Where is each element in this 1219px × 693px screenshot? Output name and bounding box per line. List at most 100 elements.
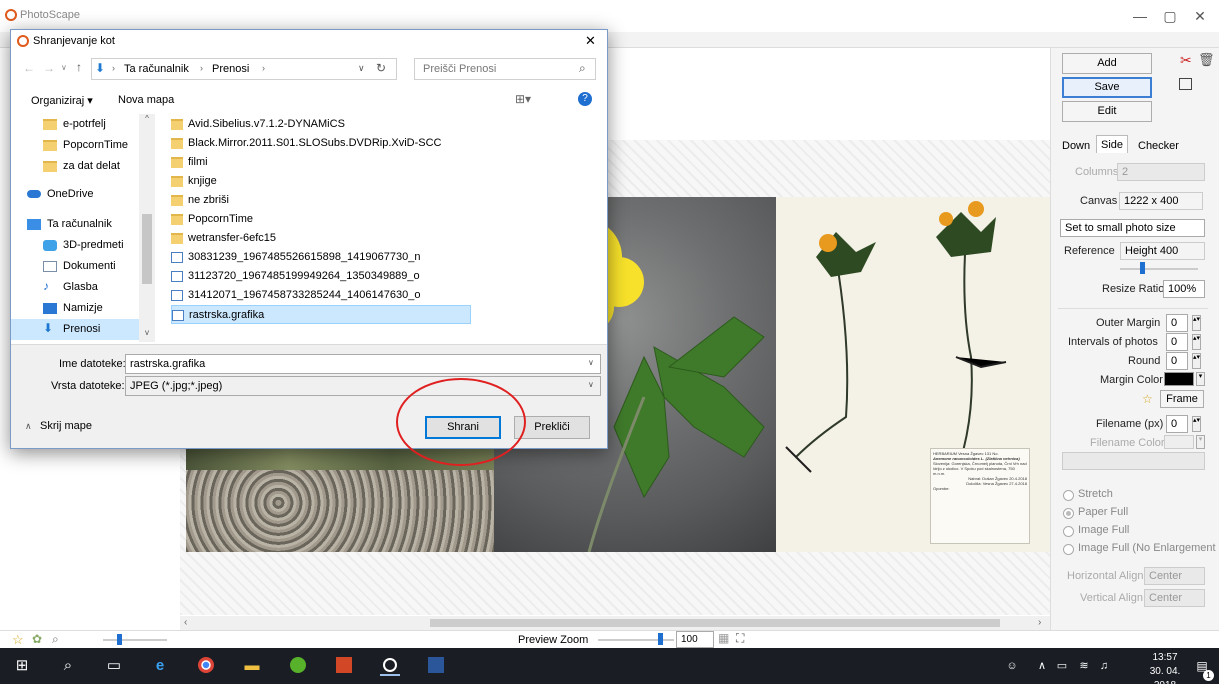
photoscape-taskbar-icon[interactable] <box>380 656 400 676</box>
intervals-spinner[interactable]: ▴▾ <box>1192 334 1201 350</box>
intervals-input[interactable]: 0 <box>1166 333 1188 351</box>
nav-item-3d-predmeti[interactable]: 3D-predmeti <box>11 235 139 256</box>
tab-side[interactable]: Side <box>1096 135 1129 153</box>
horizontal-align-select[interactable]: Center <box>1144 567 1205 585</box>
paper-full-label[interactable]: Paper Full <box>1078 506 1128 518</box>
help-icon[interactable]: ? <box>578 92 592 106</box>
filename-color-swatch[interactable] <box>1164 435 1194 449</box>
filetype-select[interactable]: JPEG (*.jpg;*.jpeg) <box>125 376 601 396</box>
view-options-icon[interactable]: ⊞▾ <box>515 92 531 106</box>
list-item[interactable]: filmi <box>171 153 471 172</box>
powerpoint-icon[interactable] <box>334 656 354 676</box>
word-icon[interactable] <box>426 656 446 676</box>
list-item[interactable]: 31412071_1967458733285244_1406147630_o <box>171 286 471 305</box>
tab-down[interactable]: Down <box>1058 137 1094 155</box>
columns-select[interactable]: 2 <box>1117 163 1205 181</box>
tray-chevron-icon[interactable]: ∧ <box>1032 656 1052 676</box>
list-item-selected[interactable]: rastrska.grafika <box>171 305 471 324</box>
edge-browser-icon[interactable]: e <box>150 656 170 676</box>
filetype-dropdown-icon[interactable]: ∨ <box>588 380 594 389</box>
radio-stretch[interactable] <box>1063 490 1074 501</box>
filename-px-input[interactable]: 0 <box>1166 415 1188 433</box>
minimize-button[interactable]: — <box>1126 6 1154 26</box>
radio-image-full-no-enlargement[interactable] <box>1063 544 1074 555</box>
round-spinner[interactable]: ▴▾ <box>1192 353 1201 369</box>
back-icon[interactable]: ← <box>23 61 35 75</box>
stretch-label[interactable]: Stretch <box>1078 488 1113 500</box>
nav-item-prenosi[interactable]: ⬇ Prenosi <box>11 319 139 340</box>
filename-dropdown-icon[interactable]: ∨ <box>588 358 594 367</box>
refresh-icon[interactable]: ↻ <box>376 61 386 75</box>
thumbnail-size-icon[interactable]: ✿ <box>32 632 42 646</box>
margin-color-dropdown[interactable]: ▾ <box>1196 372 1205 386</box>
scroll-down-icon[interactable]: v <box>141 328 153 340</box>
nav-item-e-potrfelj[interactable]: e-potrfelj <box>11 114 139 135</box>
address-dropdown-icon[interactable]: ∨ <box>358 63 365 74</box>
nav-item-popcorntime[interactable]: PopcornTime <box>11 135 139 156</box>
checker-icon[interactable]: ▦ <box>718 631 729 645</box>
thumb-size-slider-handle[interactable] <box>117 634 122 645</box>
chrome-icon[interactable] <box>196 656 216 676</box>
chevron-up-icon[interactable]: ∧ <box>25 421 32 432</box>
new-folder-button[interactable]: Nova mapa <box>118 94 174 106</box>
task-view-icon[interactable]: ▭ <box>104 656 124 676</box>
preview-zoom-value[interactable]: 100 % <box>676 631 714 661</box>
hide-folders-button[interactable]: Skrij mape <box>40 420 92 432</box>
filename-px-spinner[interactable]: ▴▾ <box>1192 416 1201 432</box>
navigation-pane-scrollbar[interactable]: ^ v <box>139 114 155 342</box>
reference-slider-handle[interactable] <box>1140 262 1145 274</box>
maximize-button[interactable]: ▢ <box>1156 6 1184 26</box>
breadcrumb-prenosi[interactable]: Prenosi <box>212 63 249 75</box>
tab-checker[interactable]: Checker <box>1134 137 1183 155</box>
preview-horizontal-scrollbar[interactable]: ‹ › <box>180 616 1050 630</box>
radio-image-full[interactable] <box>1063 526 1074 537</box>
volume-icon[interactable]: ♫ <box>1094 656 1114 676</box>
edit-button[interactable]: Edit <box>1062 101 1152 122</box>
margin-color-swatch[interactable] <box>1164 372 1194 386</box>
list-item[interactable]: Black.Mirror.2011.S01.SLOSubs.DVDRip.Xvi… <box>171 134 471 153</box>
image-full-label[interactable]: Image Full <box>1078 524 1129 536</box>
breadcrumb-ta-racunalnik[interactable]: Ta računalnik <box>124 63 189 75</box>
scroll-right-icon[interactable]: › <box>1038 617 1041 628</box>
fit-screen-icon[interactable]: ⛶ <box>736 631 744 646</box>
list-item[interactable]: wetransfer-6efc15 <box>171 229 471 248</box>
nav-item-ta-racunalnik[interactable]: Ta računalnik <box>11 214 139 235</box>
outer-margin-spinner[interactable]: ▴▾ <box>1192 315 1201 331</box>
filename-text-field[interactable] <box>1062 452 1205 470</box>
recent-chevron-icon[interactable]: ∨ <box>61 63 67 72</box>
zoom-icon[interactable]: ⌕ <box>52 632 59 647</box>
print-layout-icon[interactable] <box>1179 78 1192 90</box>
image-full-no-enlargement-label[interactable]: Image Full (No Enlargement <box>1078 542 1218 554</box>
trash-icon[interactable]: 🗑 <box>1198 52 1215 68</box>
nav-item-glasba[interactable]: ♪ Glasba <box>11 277 139 298</box>
list-item[interactable]: PopcornTime <box>171 210 471 229</box>
file-explorer-icon[interactable]: ▬ <box>242 656 262 676</box>
people-icon[interactable]: ☺ <box>1002 656 1022 676</box>
search-icon[interactable]: ⌕ <box>58 656 78 676</box>
dialog-close-icon[interactable]: ✕ <box>585 33 596 49</box>
nav-item-dokumenti[interactable]: Dokumenti <box>11 256 139 277</box>
utorrent-icon[interactable] <box>288 656 308 676</box>
filename-input[interactable]: rastrska.grafika <box>125 354 601 374</box>
wifi-icon[interactable]: ≋ <box>1074 656 1094 676</box>
add-button[interactable]: Add <box>1062 53 1152 74</box>
reference-slider[interactable] <box>1120 268 1198 270</box>
radio-paper-full[interactable] <box>1063 508 1074 519</box>
remove-icon[interactable]: ✂ <box>1180 52 1192 69</box>
filename-color-dropdown[interactable]: ▾ <box>1196 435 1205 449</box>
list-item[interactable]: 30831239_1967485526615898_1419067730_n <box>171 248 471 267</box>
preview-zoom-slider-handle[interactable] <box>658 633 663 645</box>
round-input[interactable]: 0 <box>1166 352 1188 370</box>
size-mode-select[interactable]: Set to small photo size <box>1060 219 1205 237</box>
vertical-align-select[interactable]: Center <box>1144 589 1205 607</box>
nav-item-za-dat-delat[interactable]: za dat delat <box>11 156 139 177</box>
address-bar[interactable]: ⬇ › Ta računalnik › Prenosi › ∨ ↻ <box>91 58 397 80</box>
organize-button[interactable]: Organiziraj ▾ <box>31 94 93 107</box>
nav-item-onedrive[interactable]: OneDrive <box>11 184 139 205</box>
frame-button[interactable]: Frame <box>1160 390 1204 408</box>
resize-ratio-value[interactable]: 100% <box>1163 280 1205 298</box>
save-button[interactable]: Save <box>1062 77 1152 98</box>
list-item[interactable]: knjige <box>171 172 471 191</box>
nav-item-namizje[interactable]: Namizje <box>11 298 139 319</box>
start-windows-icon[interactable]: ⊞ <box>12 656 32 676</box>
